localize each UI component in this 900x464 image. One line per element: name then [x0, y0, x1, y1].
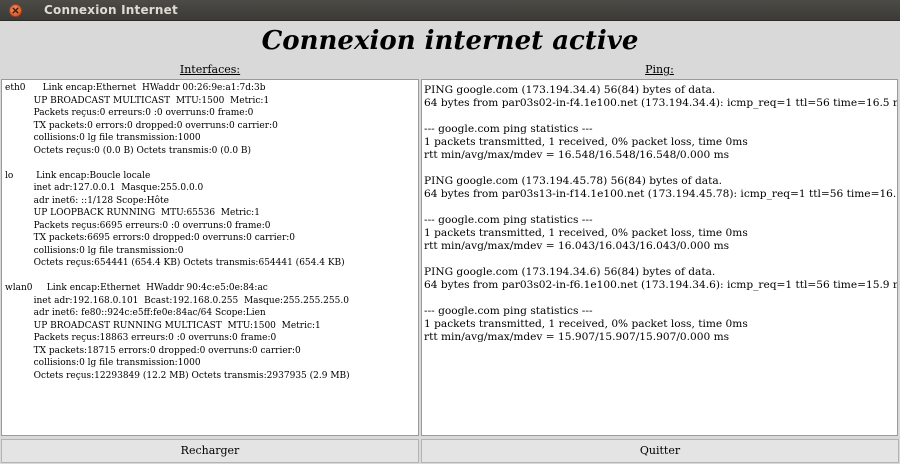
ping-output-line	[424, 110, 895, 123]
ping-output-line	[424, 253, 895, 266]
ping-output-line: --- google.com ping statistics ---	[424, 214, 593, 226]
interfaces-panel-title: Interfaces:	[1, 62, 419, 78]
ping-output-line: 1 packets transmitted, 1 received, 0% pa…	[424, 227, 748, 239]
close-icon[interactable]	[9, 4, 22, 17]
interface-output-line: UP LOOPBACK RUNNING MTU:65536 Metric:1	[5, 208, 260, 218]
interface-output-line: lo Link encap:Boucle locale	[5, 170, 151, 181]
ping-output-line	[424, 292, 895, 305]
ping-output-line: 1 packets transmitted, 1 received, 0% pa…	[424, 318, 748, 330]
interface-output-line: TX packets:18715 errors:0 dropped:0 over…	[5, 345, 301, 356]
interface-output-line: inet adr:127.0.0.1 Masque:255.0.0.0	[5, 183, 204, 193]
ping-output-line: 64 bytes from par03s02-in-f4.1e100.net (…	[424, 97, 898, 109]
interface-output-line: Packets reçus:0 erreurs:0 :0 overruns:0 …	[5, 108, 254, 118]
ping-output-line: rtt min/avg/max/mdev = 16.043/16.043/16.…	[424, 240, 730, 252]
ping-output-line: PING google.com (173.194.34.4) 56(84) by…	[424, 84, 716, 96]
interface-output-line: UP BROADCAST MULTICAST MTU:1500 Metric:1	[5, 95, 270, 106]
ping-output-line: rtt min/avg/max/mdev = 15.907/15.907/15.…	[424, 331, 730, 343]
interface-output-line: adr inet6: ::1/128 Scope:Hôte	[5, 195, 169, 206]
connection-status-heading: Connexion internet active	[261, 26, 639, 56]
interface-output-line: Octets reçus:654441 (654.4 KB) Octets tr…	[5, 258, 345, 268]
interface-output-line: UP BROADCAST RUNNING MULTICAST MTU:1500 …	[5, 320, 321, 331]
reload-button[interactable]: Recharger	[1, 439, 419, 463]
ping-output-line: 1 packets transmitted, 1 received, 0% pa…	[424, 136, 748, 148]
interface-output-line: TX packets:6695 errors:0 dropped:0 overr…	[5, 233, 295, 243]
interface-output-line: inet adr:192.168.0.101 Bcast:192.168.0.2…	[5, 295, 349, 306]
interface-output-line: collisions:0 lg file transmission:0	[5, 245, 184, 256]
window-titlebar: Connexion Internet	[0, 0, 900, 21]
interface-output-line: collisions:0 lg file transmission:1000	[5, 133, 201, 143]
ping-output-line: --- google.com ping statistics ---	[424, 305, 593, 317]
ping-output-line	[424, 162, 895, 175]
ping-output-line: rtt min/avg/max/mdev = 16.548/16.548/16.…	[424, 149, 730, 161]
interface-output-line: adr inet6: fe80::924c:e5ff:fe0e:84ac/64 …	[5, 308, 266, 318]
ping-panel-title: Ping:	[421, 62, 898, 78]
ping-output-line: --- google.com ping statistics ---	[424, 123, 593, 135]
quit-button[interactable]: Quitter	[421, 439, 899, 463]
ping-output-line: PING google.com (173.194.45.78) 56(84) b…	[424, 175, 723, 187]
interfaces-text-area[interactable]: eth0 Link encap:Ethernet HWaddr 00:26:9e…	[1, 79, 419, 436]
ping-panel-title-text: Ping:	[645, 63, 674, 76]
window-title: Connexion Internet	[44, 3, 178, 17]
ping-output-line: 64 bytes from par03s02-in-f6.1e100.net (…	[424, 279, 898, 291]
interfaces-panel-title-text: Interfaces:	[179, 63, 241, 76]
ping-text-area[interactable]: PING google.com (173.194.34.4) 56(84) by…	[421, 79, 898, 436]
interface-output-line: Packets reçus:18863 erreurs:0 :0 overrun…	[5, 333, 277, 343]
ping-output-line	[424, 201, 895, 214]
interface-output-line	[5, 270, 415, 283]
interface-output-line: collisions:0 lg file transmission:1000	[5, 358, 201, 368]
interface-output-line: Octets reçus:0 (0.0 B) Octets transmis:0…	[5, 145, 252, 156]
ping-output-line: PING google.com (173.194.34.6) 56(84) by…	[424, 266, 716, 278]
interface-output-line: wlan0 Link encap:Ethernet HWaddr 90:4c:e…	[5, 283, 268, 293]
interface-output-line: eth0 Link encap:Ethernet HWaddr 00:26:9e…	[5, 83, 266, 93]
interface-output-line: TX packets:0 errors:0 dropped:0 overruns…	[5, 120, 278, 131]
interface-output-line: Packets reçus:6695 erreurs:0 :0 overruns…	[5, 220, 271, 231]
interface-output-line: Octets reçus:12293849 (12.2 MB) Octets t…	[5, 370, 350, 381]
ping-output-line: 64 bytes from par03s13-in-f14.1e100.net …	[424, 188, 898, 200]
interface-output-line	[5, 157, 415, 170]
